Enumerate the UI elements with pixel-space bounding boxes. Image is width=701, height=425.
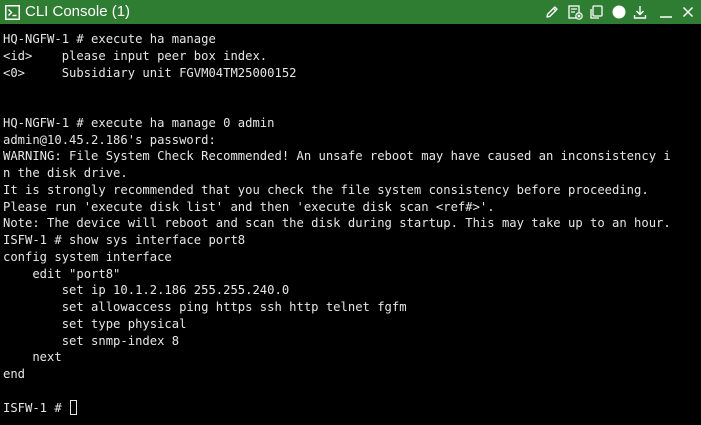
terminal-line: edit "port8" — [3, 266, 121, 281]
clear-console-icon[interactable] — [566, 3, 584, 21]
terminal-line: config system interface — [3, 249, 172, 264]
terminal-line: end — [3, 367, 26, 381]
command-prompt: ISFW-1 # — [3, 400, 70, 415]
terminal-line: Note: The device will reboot and scan th… — [3, 216, 671, 231]
close-icon[interactable] — [679, 3, 697, 21]
title-bar: CLI Console (1) — [0, 0, 701, 24]
terminal-line: HQ-NGFW-1 # execute ha manage 0 admin — [3, 115, 275, 130]
terminal-icon — [4, 4, 20, 20]
theme-toggle-icon[interactable] — [610, 3, 628, 21]
prompt-line[interactable]: ISFW-1 # — [3, 399, 701, 417]
terminal-line: set type physical — [3, 316, 187, 331]
terminal-line: HQ-NGFW-1 # execute ha manage — [3, 32, 216, 46]
terminal-line: <0> Subsidiary unit FGVM04TM25000152 — [3, 65, 297, 80]
text-cursor — [70, 399, 78, 415]
terminal-line: ISFW-1 # show sys interface port8 — [3, 233, 246, 247]
terminal-line: set snmp-index 8 — [3, 333, 180, 348]
copy-icon[interactable] — [587, 3, 605, 21]
terminal-line: set allowaccess ping https ssh http teln… — [3, 300, 407, 314]
terminal-line: WARNING: File System Check Recommended! … — [3, 149, 671, 164]
terminal-line: It is strongly recommended that you chec… — [3, 182, 649, 197]
pencil-icon[interactable] — [543, 3, 561, 21]
terminal-output[interactable]: HQ-NGFW-1 # execute ha manage <id> pleas… — [0, 24, 701, 425]
terminal-line: set ip 10.1.2.186 255.255.240.0 — [3, 283, 290, 298]
terminal-line: Please run 'execute disk list' and then … — [3, 199, 495, 214]
terminal-line: <id> please input peer box index. — [3, 48, 268, 63]
window-title: CLI Console (1) — [25, 3, 131, 20]
terminal-line: admin@10.45.2.186's password: — [3, 132, 216, 147]
minimize-icon[interactable] — [657, 3, 675, 21]
download-icon[interactable] — [631, 3, 649, 21]
cli-console-window: CLI Console (1) HQ-NGFW-1 # execute ha m… — [0, 0, 701, 425]
terminal-line: n the disk drive. — [3, 166, 128, 180]
terminal-line: next — [3, 350, 62, 365]
